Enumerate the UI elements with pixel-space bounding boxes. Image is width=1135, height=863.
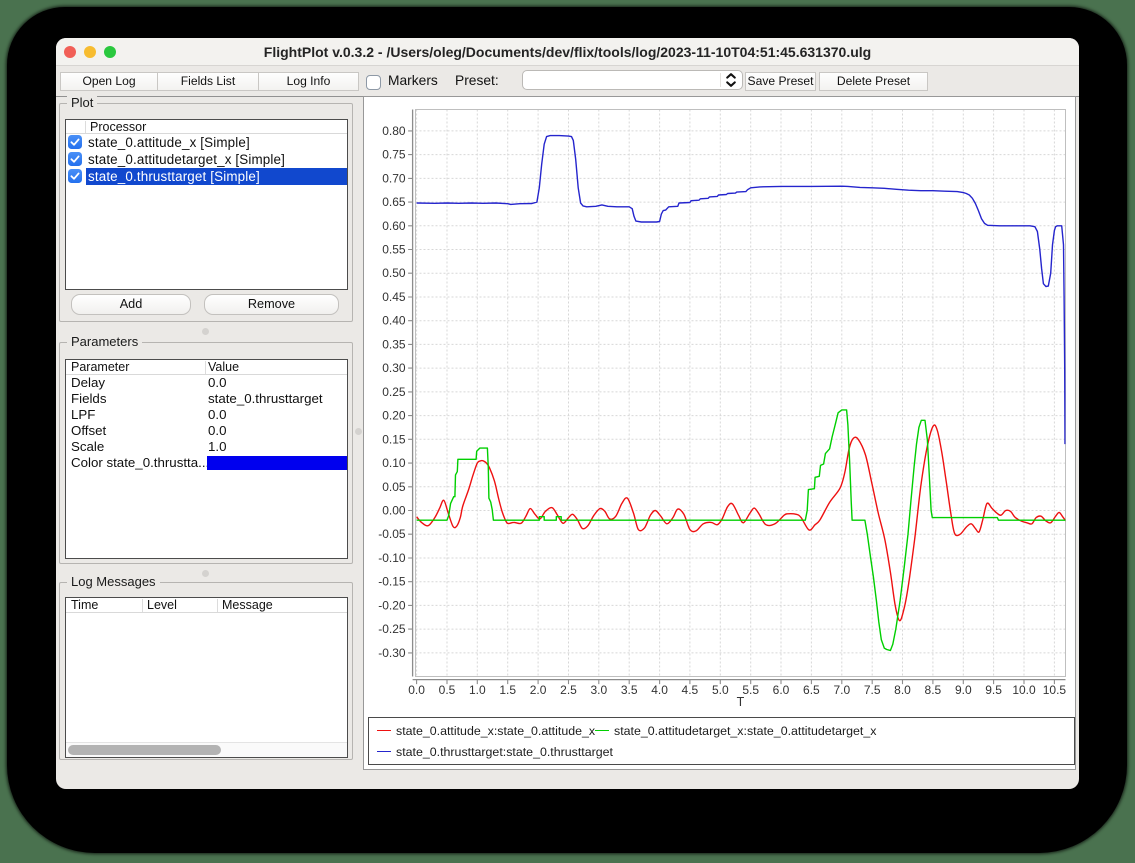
svg-text:7.5: 7.5 <box>864 683 881 697</box>
svg-text:0.60: 0.60 <box>382 219 406 233</box>
svg-text:10.0: 10.0 <box>1012 683 1036 697</box>
svg-text:0.75: 0.75 <box>382 148 406 162</box>
svg-text:2.5: 2.5 <box>560 683 577 697</box>
svg-text:9.0: 9.0 <box>955 683 972 697</box>
svg-text:4.5: 4.5 <box>682 683 699 697</box>
svg-text:8.5: 8.5 <box>925 683 942 697</box>
svg-text:8.0: 8.0 <box>894 683 911 697</box>
svg-text:-0.30: -0.30 <box>378 646 406 660</box>
svg-text:0.00: 0.00 <box>382 504 406 518</box>
svg-text:0.5: 0.5 <box>439 683 456 697</box>
svg-text:0.30: 0.30 <box>382 361 406 375</box>
svg-text:0.80: 0.80 <box>382 124 406 138</box>
svg-text:0.25: 0.25 <box>382 385 406 399</box>
svg-text:5.0: 5.0 <box>712 683 729 697</box>
svg-text:0.20: 0.20 <box>382 409 406 423</box>
svg-text:6.0: 6.0 <box>773 683 790 697</box>
svg-text:3.5: 3.5 <box>621 683 638 697</box>
svg-text:0.05: 0.05 <box>382 480 406 494</box>
svg-text:10.5: 10.5 <box>1043 683 1067 697</box>
svg-text:0.0: 0.0 <box>408 683 425 697</box>
svg-text:0.35: 0.35 <box>382 337 406 351</box>
svg-text:-0.10: -0.10 <box>378 551 406 565</box>
svg-text:6.5: 6.5 <box>803 683 820 697</box>
svg-text:4.0: 4.0 <box>651 683 668 697</box>
svg-text:T: T <box>737 695 745 709</box>
svg-text:0.40: 0.40 <box>382 314 406 328</box>
svg-text:2.0: 2.0 <box>530 683 547 697</box>
svg-text:0.65: 0.65 <box>382 195 406 209</box>
svg-text:0.15: 0.15 <box>382 432 406 446</box>
svg-text:0.45: 0.45 <box>382 290 406 304</box>
svg-text:3.0: 3.0 <box>590 683 607 697</box>
svg-text:0.10: 0.10 <box>382 456 406 470</box>
svg-text:0.50: 0.50 <box>382 266 406 280</box>
svg-text:0.55: 0.55 <box>382 243 406 257</box>
svg-text:1.5: 1.5 <box>499 683 516 697</box>
svg-text:0.70: 0.70 <box>382 171 406 185</box>
svg-text:-0.05: -0.05 <box>378 527 406 541</box>
svg-text:-0.20: -0.20 <box>378 598 406 612</box>
svg-text:7.0: 7.0 <box>833 683 850 697</box>
svg-text:5.5: 5.5 <box>742 683 759 697</box>
svg-text:-0.15: -0.15 <box>378 575 406 589</box>
svg-text:-0.25: -0.25 <box>378 622 406 636</box>
svg-text:9.5: 9.5 <box>985 683 1002 697</box>
svg-text:1.0: 1.0 <box>469 683 486 697</box>
